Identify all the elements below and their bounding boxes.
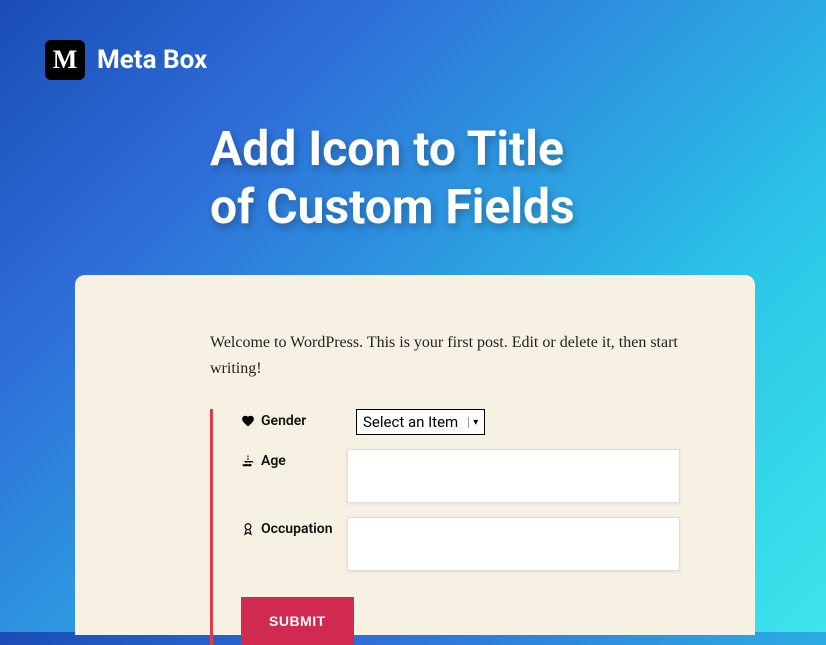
submit-button[interactable]: SUBMIT bbox=[241, 597, 354, 645]
brand-header: M Meta Box bbox=[0, 0, 826, 80]
age-label: Age bbox=[241, 449, 347, 469]
cake-icon bbox=[241, 454, 255, 468]
occupation-label: Occupation bbox=[241, 517, 347, 537]
gender-label: Gender bbox=[241, 409, 356, 429]
logo-mark: M bbox=[45, 40, 85, 80]
chevron-down-icon: ▾ bbox=[468, 417, 478, 428]
occupation-input[interactable] bbox=[347, 517, 680, 571]
page-title: Add Icon to Title of Custom Fields bbox=[210, 120, 826, 235]
occupation-label-text: Occupation bbox=[261, 521, 333, 537]
form-area: Gender Select an Item ▾ Age Occupation bbox=[210, 409, 680, 645]
gender-label-text: Gender bbox=[261, 413, 306, 429]
field-row-occupation: Occupation bbox=[241, 517, 680, 571]
field-row-age: Age bbox=[241, 449, 680, 503]
age-input[interactable] bbox=[347, 449, 680, 503]
field-row-gender: Gender Select an Item ▾ bbox=[241, 409, 680, 435]
title-line-1: Add Icon to Title bbox=[210, 120, 564, 177]
age-label-text: Age bbox=[261, 453, 286, 469]
content-card: Welcome to WordPress. This is your first… bbox=[75, 275, 755, 635]
title-line-2: of Custom Fields bbox=[210, 178, 575, 235]
award-icon bbox=[241, 522, 255, 536]
logo-letter: M bbox=[53, 45, 78, 75]
heart-icon bbox=[241, 414, 255, 428]
brand-name: Meta Box bbox=[97, 45, 207, 75]
gender-select-value: Select an Item bbox=[363, 413, 458, 431]
gender-select[interactable]: Select an Item ▾ bbox=[356, 409, 485, 435]
intro-paragraph: Welcome to WordPress. This is your first… bbox=[210, 330, 680, 381]
